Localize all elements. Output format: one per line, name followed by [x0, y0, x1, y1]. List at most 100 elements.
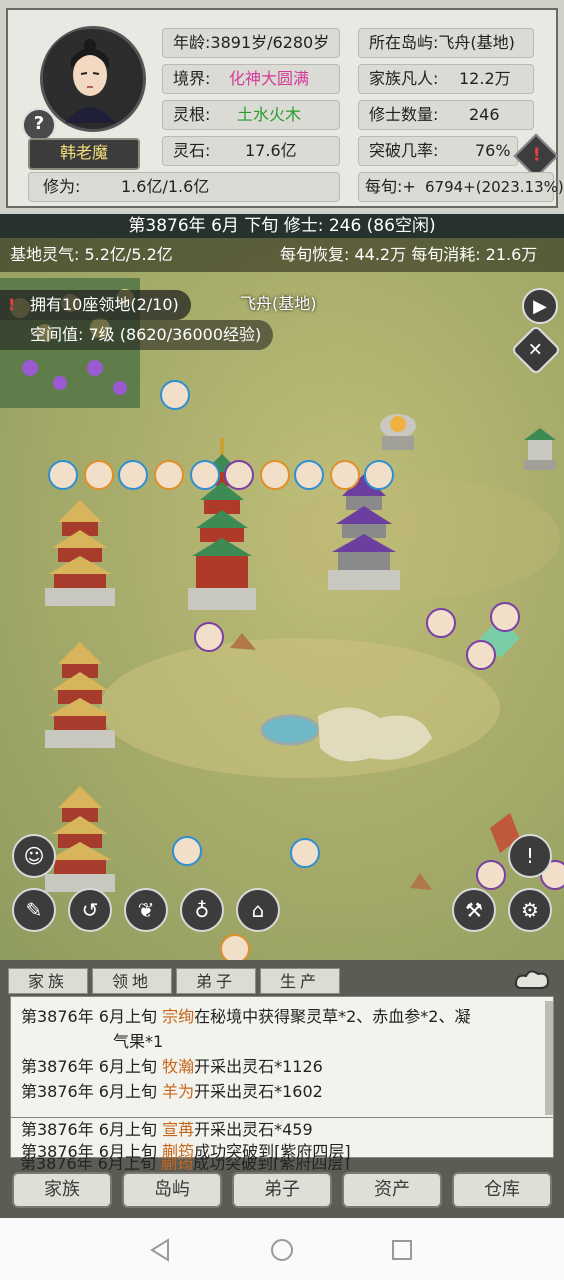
disciple-avatar[interactable] — [172, 836, 202, 866]
lantern-shrine[interactable] — [374, 404, 422, 454]
location-label: 飞舟(基地) — [240, 294, 317, 313]
realm-field: 境界: 化神大圆满 — [162, 64, 340, 94]
disciple-avatar[interactable] — [476, 860, 506, 890]
sage-character-icon[interactable]: ☺ — [12, 834, 56, 878]
disciple-avatar[interactable] — [154, 460, 184, 490]
disciple-avatar[interactable] — [48, 460, 78, 490]
disciple-avatar[interactable] — [194, 622, 224, 652]
log-date: 第3876年 6月上旬 — [21, 1082, 163, 1101]
log-tab-family[interactable]: 家族 — [8, 968, 88, 994]
spirit-root-field: 灵根: 土水火木 — [162, 100, 340, 130]
event-alert-icon[interactable]: ! — [508, 834, 552, 878]
return-scroll-icon[interactable]: ↺ — [68, 888, 112, 932]
cloud-ornament-icon[interactable] — [512, 966, 552, 992]
space-value-text: 空间值: 7级 (8620/36000经验) — [30, 325, 262, 344]
play-icon[interactable]: ▶ — [522, 288, 558, 324]
help-icon[interactable]: ? — [22, 108, 56, 142]
log-disciple-name[interactable]: 蒯筠 — [162, 1142, 194, 1161]
log-list[interactable]: 第3876年 6月上旬 宗绚在秘境中获得聚灵草*2、赤血参*2、凝 气果*1 第… — [10, 996, 554, 1118]
nav-island-button[interactable]: 岛屿 — [122, 1172, 222, 1208]
log-entry: 第3876年 6月上旬 宣苒开采出灵石*459 — [21, 1116, 313, 1140]
cultivators-label: 修士数量: — [369, 105, 439, 124]
log-date: 第3876年 6月上旬 — [21, 1120, 163, 1139]
yellow-pagoda-3[interactable] — [40, 786, 120, 896]
disciple-avatar[interactable] — [84, 460, 114, 490]
territory-pill[interactable]: ! 拥有10座领地(2/10) — [0, 290, 191, 320]
log-entry: 第3876年 6月上旬 蒯筠成功突破到[紫府四层] — [21, 1138, 351, 1162]
island-value: 飞舟(基地) — [438, 33, 515, 52]
realm-label: 境界: — [173, 69, 211, 88]
disciple-avatar[interactable] — [290, 838, 320, 868]
cultivation-value: 1.6亿/1.6亿 — [121, 177, 210, 196]
character-name: 韩老魔 — [28, 138, 140, 170]
log-text: 开采出灵石*1602 — [194, 1082, 323, 1101]
disciple-avatar[interactable] — [294, 460, 324, 490]
age-field: 年龄:3891岁/6280岁 — [162, 28, 340, 58]
disciple-avatar[interactable] — [330, 460, 360, 490]
log-entry: 第3876年 6月上旬 羊为开采出灵石*1602 — [21, 1078, 323, 1102]
base-qi-bar: 基地灵气: 5.2亿/5.2亿 每旬恢复: 44.2万 每旬消耗: 21.6万 — [0, 238, 564, 272]
recovery-consumption: 每旬恢复: 44.2万 每旬消耗: 21.6万 — [280, 245, 538, 264]
log-text: 成功突破到[紫府四层] — [194, 1142, 351, 1161]
log-tab-territory[interactable]: 领地 — [92, 968, 172, 994]
island-field: 所在岛屿:飞舟(基地) — [358, 28, 534, 58]
herb-icon[interactable]: ❦ — [124, 888, 168, 932]
disciple-avatar[interactable] — [118, 460, 148, 490]
disciple-avatar[interactable] — [190, 460, 220, 490]
log-text: 开采出灵石*459 — [194, 1120, 313, 1139]
building-icon[interactable]: ⌂ — [236, 888, 280, 932]
log-tab-disciples[interactable]: 弟子 — [176, 968, 256, 994]
android-navigation-bar — [0, 1218, 564, 1280]
disciple-avatar[interactable] — [426, 608, 456, 638]
bottom-nav: 家族 岛屿 弟子 资产 仓库 — [0, 1170, 564, 1218]
nav-disciples-button[interactable]: 弟子 — [232, 1172, 332, 1208]
log-scrollbar[interactable] — [545, 1001, 553, 1115]
cultivation-field: 修为: 1.6亿/1.6亿 — [28, 172, 340, 202]
disciple-avatar[interactable] — [220, 934, 250, 960]
disciple-avatar[interactable] — [224, 460, 254, 490]
territory-text: 拥有10座领地(2/10) — [30, 295, 179, 314]
character-avatar[interactable] — [40, 26, 146, 132]
log-disciple-name[interactable]: 宣苒 — [162, 1120, 194, 1139]
home-icon[interactable] — [270, 1238, 294, 1262]
mortals-label: 家族凡人: — [369, 69, 439, 88]
gourd-icon[interactable]: ♁ — [180, 888, 224, 932]
back-icon[interactable] — [148, 1238, 172, 1262]
date-status-bar: 第3876年 6月 下旬 修士: 246 (86空闲) — [0, 214, 564, 238]
log-entry: 第3876年 6月上旬 牧瀚开采出灵石*1126 — [21, 1053, 323, 1077]
nav-warehouse-button[interactable]: 仓库 — [452, 1172, 552, 1208]
log-tab-production[interactable]: 生产 — [260, 968, 340, 994]
log-date: 第3876年 6月上旬 — [21, 1142, 163, 1161]
disciple-avatar[interactable] — [260, 460, 290, 490]
island-label: 所在岛屿: — [369, 33, 439, 52]
spirit-stones-label: 灵石: — [173, 141, 211, 160]
recents-icon[interactable] — [390, 1238, 414, 1262]
log-entry-continuation: 气果*1 — [113, 1032, 164, 1051]
nav-family-button[interactable]: 家族 — [12, 1172, 112, 1208]
nav-assets-button[interactable]: 资产 — [342, 1172, 442, 1208]
log-disciple-name[interactable]: 宗绚 — [162, 1007, 194, 1026]
log-entry: 第3876年 6月上旬 宗绚在秘境中获得聚灵草*2、赤血参*2、凝 — [21, 1003, 470, 1027]
cultivators-field: 修士数量: 246 — [358, 100, 534, 130]
log-disciple-name[interactable]: 牧瀚 — [162, 1057, 194, 1076]
disciple-avatar[interactable] — [364, 460, 394, 490]
base-map[interactable]: 基地灵气: 5.2亿/5.2亿 每旬恢复: 44.2万 每旬消耗: 21.6万 … — [0, 238, 564, 960]
hammer-icon[interactable]: ⚒ — [452, 888, 496, 932]
small-shrine[interactable] — [522, 426, 558, 472]
yellow-pagoda-1[interactable] — [40, 500, 120, 610]
disciple-avatar[interactable] — [466, 640, 496, 670]
breakthrough-field: 突破几率: 76% — [358, 136, 518, 166]
log-text: 开采出灵石*1126 — [194, 1057, 323, 1076]
purple-pagoda[interactable] — [324, 474, 404, 594]
per-xun-label: 每旬:+ — [365, 177, 416, 196]
settings-gear-icon[interactable]: ⚙ — [508, 888, 552, 932]
base-qi-value: 基地灵气: 5.2亿/5.2亿 — [10, 245, 173, 264]
disciple-avatar[interactable] — [160, 380, 190, 410]
log-disciple-name[interactable]: 羊为 — [162, 1082, 194, 1101]
space-value-pill: 空间值: 7级 (8620/36000经验) — [0, 320, 274, 350]
mortals-value: 12.2万 — [459, 69, 511, 88]
territory-alert-icon: ! — [8, 295, 16, 314]
scroll-icon[interactable]: ✎ — [12, 888, 56, 932]
disciple-avatar[interactable] — [490, 602, 520, 632]
yellow-pagoda-2[interactable] — [40, 642, 120, 752]
